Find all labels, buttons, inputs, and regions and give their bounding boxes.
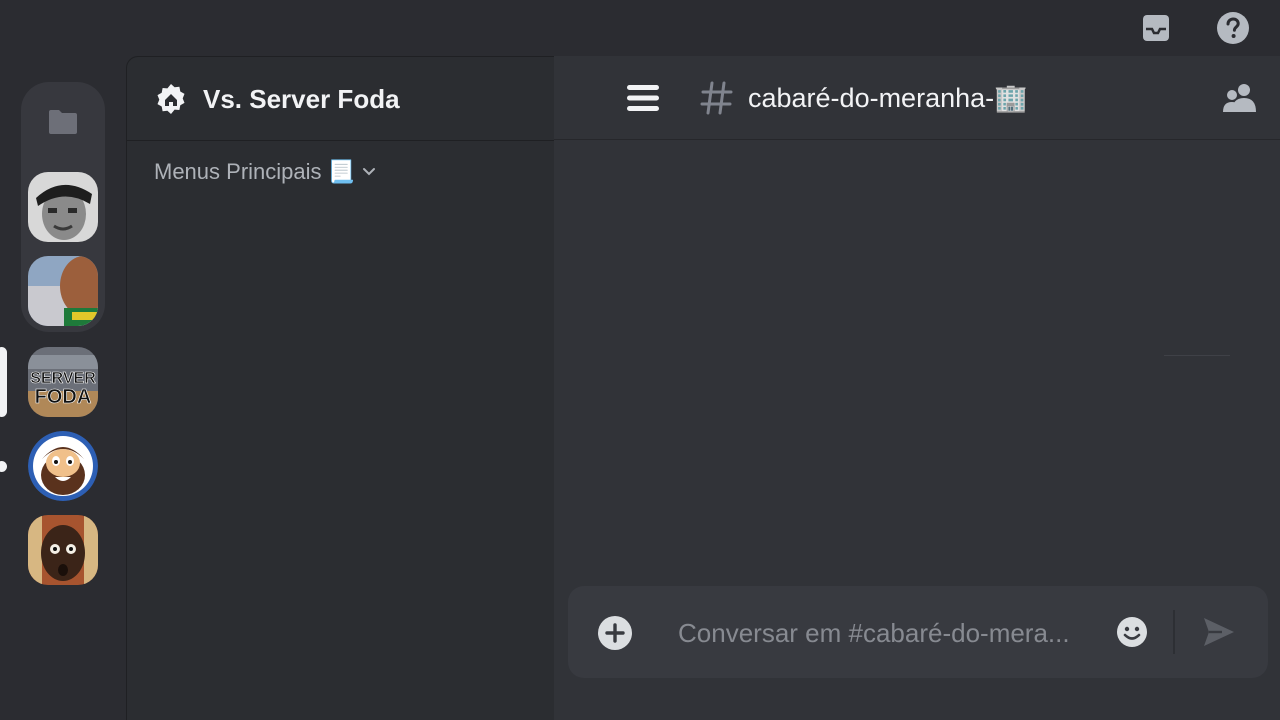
svg-text:FODA: FODA <box>35 386 92 408</box>
chat-header: cabaré-do-meranha-🏢 <box>554 56 1280 140</box>
server-icon-user-outdoor[interactable] <box>28 256 98 326</box>
help-icon[interactable] <box>1215 10 1251 46</box>
composer-separator <box>1173 610 1175 654</box>
category-label: Menus Principais 📃 <box>154 159 356 184</box>
folder-icon[interactable] <box>47 108 79 136</box>
plus-icon <box>605 623 625 643</box>
message-divider <box>1164 355 1230 356</box>
server-icon-bearded-character[interactable] <box>28 431 98 501</box>
hamburger-menu-icon[interactable] <box>626 84 660 112</box>
server-header[interactable]: Vs. Server Foda <box>127 57 555 141</box>
community-home-icon <box>155 83 187 120</box>
channel-name: cabaré-do-meranha-🏢 <box>748 83 1028 113</box>
server-title: Vs. Server Foda <box>203 84 400 114</box>
chevron-down-icon <box>361 159 377 185</box>
message-input[interactable] <box>678 613 1098 653</box>
channel-panel: Vs. Server Foda Menus Principais 📃 <box>126 56 555 720</box>
server-icon-user-bw[interactable] <box>28 172 98 242</box>
svg-text:SERVER: SERVER <box>30 370 96 387</box>
message-composer <box>568 586 1268 678</box>
active-server-indicator <box>0 347 7 417</box>
server-icon-server-foda[interactable]: SERVER FODA <box>28 347 98 417</box>
inbox-icon[interactable] <box>1138 10 1174 46</box>
server-icon-surprised-face[interactable] <box>28 515 98 585</box>
top-bar <box>0 0 1280 56</box>
chat-area: cabaré-do-meranha-🏢 <box>554 56 1280 720</box>
members-icon[interactable] <box>1222 82 1258 121</box>
text-channel-icon <box>700 80 734 121</box>
add-attachment-button[interactable] <box>598 616 632 650</box>
category-menus-principais[interactable]: Menus Principais 📃 <box>154 159 377 185</box>
send-icon[interactable] <box>1202 616 1236 653</box>
emoji-icon[interactable] <box>1116 616 1148 653</box>
